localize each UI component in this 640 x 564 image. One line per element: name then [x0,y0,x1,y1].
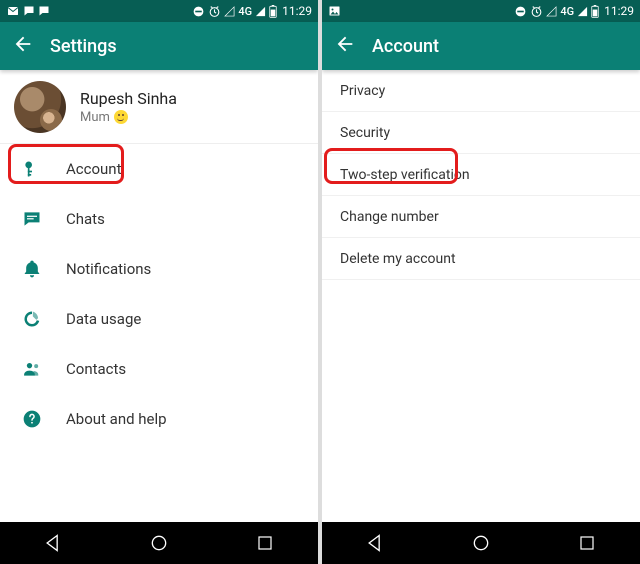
profile-name: Rupesh Sinha [80,89,177,108]
mail-icon [6,5,20,17]
settings-item-label: Contacts [66,360,126,378]
account-item-label: Security [340,125,390,141]
nav-recent-button[interactable] [565,528,609,558]
account-item-two-step[interactable]: Two-step verification [322,154,640,196]
battery-icon [269,5,277,18]
account-list: Privacy Security Two-step verification C… [322,70,640,280]
signal-icon [577,6,588,17]
settings-item-data-usage[interactable]: Data usage [0,294,318,344]
nav-recent-button[interactable] [243,528,287,558]
dnd-icon [514,5,527,18]
status-bar: 4G 11:29 [0,0,318,22]
app-bar: Account [322,22,640,70]
nav-home-button[interactable] [137,528,181,558]
settings-item-account[interactable]: Account [0,144,318,194]
signal-icon [255,6,266,17]
nav-back-button[interactable] [31,528,75,558]
account-item-change-number[interactable]: Change number [322,196,640,238]
signal-empty-icon [224,6,235,17]
chat-icon [23,5,35,17]
status-bar: 4G 11:29 [322,0,640,22]
contacts-icon [20,357,44,381]
alarm-icon [208,5,221,18]
network-label: 4G [238,5,252,18]
page-title: Settings [50,36,117,57]
settings-item-label: Notifications [66,260,151,278]
status-time: 11:29 [282,4,312,18]
help-icon [20,407,44,431]
chat-bubble-icon [20,207,44,231]
settings-item-label: Chats [66,210,105,228]
settings-item-label: Data usage [66,310,141,328]
chat-icon-2 [38,5,50,17]
dnd-icon [192,5,205,18]
account-item-delete[interactable]: Delete my account [322,238,640,280]
account-item-label: Delete my account [340,251,456,267]
avatar [14,81,66,133]
bell-icon [20,257,44,281]
page-title: Account [372,36,439,57]
account-item-label: Two-step verification [340,167,470,183]
phone-right: 4G 11:29 Account Privacy Security Two-st… [322,0,640,564]
status-time: 11:29 [604,4,634,18]
account-item-security[interactable]: Security [322,112,640,154]
app-bar: Settings [0,22,318,70]
account-item-label: Privacy [340,83,385,99]
back-icon[interactable] [334,33,356,59]
network-label: 4G [560,5,574,18]
image-icon [328,5,341,17]
nav-home-button[interactable] [459,528,503,558]
profile-row[interactable]: Rupesh Sinha Mum [0,70,318,144]
signal-empty-icon [546,6,557,17]
settings-item-label: Account [66,160,122,178]
settings-item-about[interactable]: About and help [0,394,318,444]
back-icon[interactable] [12,33,34,59]
settings-item-contacts[interactable]: Contacts [0,344,318,394]
nav-bar [0,522,318,564]
nav-back-button[interactable] [353,528,397,558]
phone-left: 4G 11:29 Settings Rupesh Sinha Mum [0,0,318,564]
settings-item-label: About and help [66,410,167,428]
account-item-label: Change number [340,209,439,225]
nav-bar [322,522,640,564]
settings-item-chats[interactable]: Chats [0,194,318,244]
smile-emoji-icon [114,110,128,124]
account-item-privacy[interactable]: Privacy [322,70,640,112]
profile-status: Mum [80,110,177,125]
battery-icon [591,5,599,18]
alarm-icon [530,5,543,18]
profile-status-text: Mum [80,110,110,125]
key-icon [20,157,44,181]
settings-list: Account Chats Notifications [0,144,318,444]
data-usage-icon [20,307,44,331]
settings-item-notifications[interactable]: Notifications [0,244,318,294]
